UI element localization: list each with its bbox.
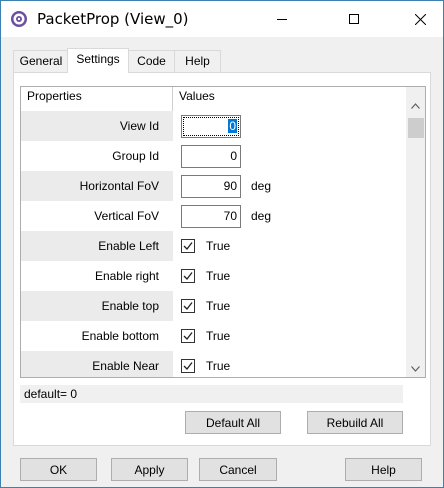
checkmark-icon [183, 242, 193, 250]
maximize-button[interactable] [331, 1, 377, 37]
checkmark-icon [183, 332, 193, 340]
checkbox-label: True [206, 269, 231, 283]
scroll-thumb[interactable] [408, 118, 424, 138]
default-value-status: default= 0 [20, 385, 403, 403]
minimize-button[interactable] [259, 1, 305, 37]
property-row: Group Id 0 [21, 141, 406, 171]
ok-button[interactable]: OK [20, 458, 97, 481]
apply-button[interactable]: Apply [111, 458, 188, 481]
rebuild-all-button[interactable]: Rebuild All [307, 411, 403, 434]
property-label: Enable top [21, 291, 173, 321]
enable-right-checkbox[interactable] [181, 269, 195, 283]
maximize-icon [349, 14, 359, 24]
group-id-input[interactable]: 0 [181, 145, 241, 168]
property-label: Vertical FoV [94, 209, 159, 223]
checkmark-icon [183, 272, 193, 280]
property-row: Horizontal FoV 90 deg [21, 171, 406, 201]
minimize-icon [277, 19, 287, 20]
column-header-properties[interactable]: Properties [21, 87, 173, 111]
vertical-scrollbar[interactable] [406, 87, 425, 377]
tab-code[interactable]: Code [128, 50, 175, 72]
enable-top-checkbox[interactable] [181, 299, 195, 313]
tab-general[interactable]: General [13, 50, 69, 72]
title-bar[interactable]: PacketProp (View_0) [1, 1, 443, 37]
unit-label: deg [251, 209, 272, 223]
unit-label: deg [251, 179, 272, 193]
checkbox-label: True [206, 299, 231, 313]
property-label: Enable Near [21, 351, 173, 377]
property-row: Vertical FoV 70 deg [21, 201, 406, 231]
property-row: Enable Left True [21, 231, 406, 261]
close-icon [414, 13, 426, 25]
help-button[interactable]: Help [345, 458, 422, 481]
checkbox-label: True [206, 359, 231, 373]
property-label: Enable Left [21, 231, 173, 261]
checkbox-label: True [206, 329, 231, 343]
enable-left-checkbox[interactable] [181, 239, 195, 253]
selected-value: 0 [228, 119, 237, 133]
enable-bottom-checkbox[interactable] [181, 329, 195, 343]
property-row: View Id 0 [21, 111, 406, 141]
tab-help[interactable]: Help [174, 50, 221, 72]
vertical-fov-input[interactable]: 70 [181, 205, 241, 228]
default-all-button[interactable]: Default All [185, 411, 281, 434]
scroll-up-button[interactable] [406, 97, 425, 114]
app-icon[interactable] [10, 10, 28, 28]
column-header-values[interactable]: Values [173, 87, 406, 111]
scroll-down-button[interactable] [406, 360, 425, 377]
checkmark-icon [183, 362, 193, 370]
property-label: Enable bottom [81, 329, 159, 343]
horizontal-fov-input[interactable]: 90 [181, 175, 241, 198]
grid-header: Properties Values [21, 87, 406, 111]
property-row: Enable top True [21, 291, 406, 321]
property-label: View Id [21, 111, 173, 141]
checkbox-label: True [206, 239, 231, 253]
checkmark-icon [183, 302, 193, 310]
property-label: Group Id [112, 149, 159, 163]
property-row: Enable bottom True [21, 321, 406, 351]
property-row: Enable Near True [21, 351, 406, 377]
close-button[interactable] [397, 1, 443, 37]
window-title: PacketProp (View_0) [37, 10, 189, 28]
dialog-window: PacketProp (View_0) General Settings Cod… [0, 0, 444, 488]
property-label: Enable right [94, 269, 159, 283]
property-row: Enable right True [21, 261, 406, 291]
tab-settings[interactable]: Settings [67, 48, 129, 73]
view-id-input[interactable]: 0 [181, 115, 241, 138]
chevron-down-icon [411, 365, 420, 372]
cancel-button[interactable]: Cancel [199, 458, 277, 481]
property-grid: Properties Values View Id 0 Group Id 0 H… [20, 86, 426, 378]
chevron-up-icon [411, 102, 420, 109]
property-label: Horizontal FoV [21, 171, 173, 201]
enable-near-checkbox[interactable] [181, 359, 195, 373]
